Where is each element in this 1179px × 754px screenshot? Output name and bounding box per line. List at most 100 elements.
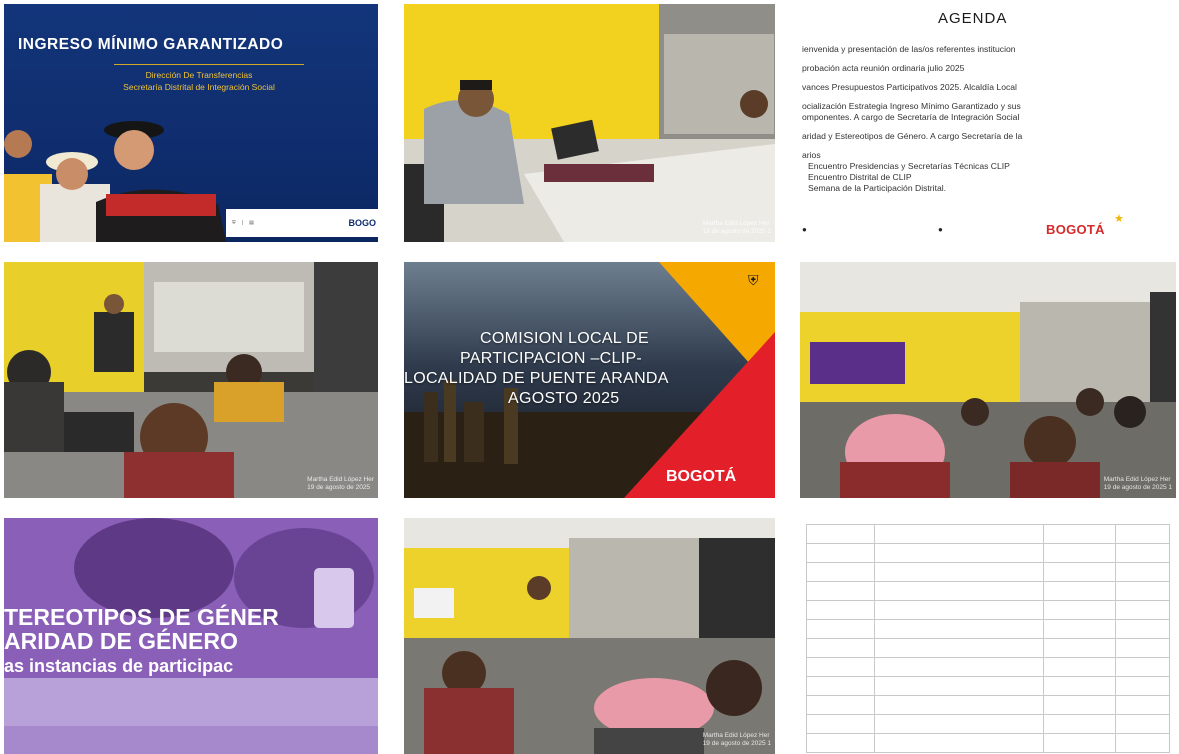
tile-agenda[interactable]: AGENDA ienvenida y presentación de las/o…: [800, 4, 1176, 242]
photo-watermark: Martha Edid López Her 19 de agosto de 20…: [703, 732, 771, 748]
agenda-item: vances Presupuestos Participativos 2025.…: [802, 82, 1017, 92]
agenda-list: ienvenida y presentación de las/os refer…: [802, 44, 1174, 194]
table-cell: [805, 581, 876, 601]
table-row: [805, 600, 1171, 620]
table-row: [805, 619, 1171, 639]
tile-meeting-photo-3[interactable]: Martha Edid López Her 19 de agosto de 20…: [404, 518, 775, 754]
tile-meeting-photo-2[interactable]: Martha Edid López Her 19 de agosto de 20…: [800, 262, 1176, 498]
agenda-item: aridad y Estereotipos de Género. A cargo…: [802, 131, 1023, 141]
table-cell: [1114, 543, 1171, 563]
table-cell: [874, 581, 1044, 601]
table-cell: [1042, 676, 1116, 696]
table-cell: [1042, 581, 1116, 601]
table-cell: [1114, 619, 1171, 639]
logo-divider: |: [241, 220, 244, 226]
table-cell: [1042, 543, 1116, 563]
table-cell: [874, 657, 1044, 677]
tile-meeting-photo-1[interactable]: Martha Edid López Her 19 de agosto de 20…: [4, 262, 378, 498]
photo-watermark: Martha Edid López Her 19 de agosto de 20…: [1104, 476, 1172, 492]
estereotipos-title-line1: TEREOTIPOS DE GÉNER: [4, 604, 279, 630]
meeting-photo: [404, 518, 775, 754]
table-cell: [805, 733, 876, 753]
agenda-subitem: Encuentro Presidencias y Secretarías Téc…: [808, 161, 1010, 171]
watermark-date: 19 de agosto de 2025 1: [702, 228, 771, 235]
table-row: [805, 638, 1171, 658]
tile1-divider: [114, 64, 304, 65]
tile1-brand: BOGO: [348, 218, 376, 228]
watermark-author: Martha Edid López Her: [307, 476, 374, 483]
photo-watermark: Martha Edid López Her 19 de agosto de 20…: [307, 476, 374, 492]
watermark-date: 19 de agosto de 2025 1: [1103, 484, 1172, 491]
agenda-item: ocialización Estrategia Ingreso Mínimo G…: [802, 101, 1021, 111]
photo-watermark: Martha Edid López Her 19 de agosto de 20…: [703, 220, 771, 236]
table-row: [805, 676, 1171, 696]
table-cell: [805, 543, 876, 563]
table-cell: [1114, 714, 1171, 734]
table-cell: [1114, 600, 1171, 620]
agenda-subitem: Encuentro Distrital de CLIP: [808, 172, 912, 182]
table-cell: [805, 524, 876, 544]
table-cell: [805, 619, 876, 639]
table-cell: [1042, 695, 1116, 715]
table-cell: [805, 562, 876, 582]
table-cell: [1114, 676, 1171, 696]
table-cell: [1114, 657, 1171, 677]
table-cell: [1042, 714, 1116, 734]
social-icon: ●: [938, 225, 943, 234]
clip-brand: BOGOTÁ: [666, 468, 737, 485]
watermark-date: 19 de agosto de 2025 1: [702, 740, 771, 747]
meeting-photo: [4, 262, 378, 498]
clip-title-line2: PARTICIPACION –CLIP-: [460, 350, 643, 367]
table-cell: [1114, 638, 1171, 658]
table-cell: [874, 619, 1044, 639]
table-cell: [1114, 562, 1171, 582]
table-cell: [874, 733, 1044, 753]
tile1-subtitle-2: Secretaría Distrital de Integración Soci…: [123, 82, 275, 92]
table-cell: [805, 657, 876, 677]
clip-title-line4: AGOSTO 2025: [508, 390, 620, 407]
table-cell: [805, 695, 876, 715]
escudo-icon: ⛨: [232, 220, 236, 226]
presenter-photo: [404, 4, 775, 242]
table-cell: [1042, 600, 1116, 620]
star-icon: ★: [1114, 213, 1124, 225]
social-icon: ●: [802, 225, 807, 234]
tile-estereotipos[interactable]: TEREOTIPOS DE GÉNER ARIDAD DE GÉNERO as …: [4, 518, 378, 754]
agenda-brand: BOGOTÁ: [1046, 222, 1105, 237]
watermark-date: 19 de agosto de 2025: [307, 484, 371, 491]
table-cell: [874, 543, 1044, 563]
table-row: [805, 714, 1171, 734]
tile1-logo-strip: ⛨ | ▤ BOGO: [226, 209, 378, 237]
tile-ingreso-minimo[interactable]: INGRESO MÍNIMO GARANTIZADO Dirección De …: [4, 4, 378, 242]
integracion-logo-icon: ▤: [249, 220, 254, 226]
table-row: [805, 695, 1171, 715]
watermark-author: Martha Edid López Her: [702, 220, 770, 227]
document-table: [805, 524, 1171, 753]
agenda-item: arios: [802, 150, 821, 160]
table-cell: [874, 600, 1044, 620]
tile-document-table[interactable]: [800, 518, 1176, 754]
watermark-author: Martha Edid López Her: [702, 732, 770, 739]
tile-presenter-photo[interactable]: Martha Edid López Her 19 de agosto de 20…: [404, 4, 775, 242]
estereotipos-subtitle: as instancias de participac: [4, 656, 234, 676]
table-cell: [805, 676, 876, 696]
table-row: [805, 733, 1171, 753]
table-cell: [1042, 562, 1116, 582]
table-cell: [1114, 733, 1171, 753]
table-row: [805, 657, 1171, 677]
table-cell: [1042, 619, 1116, 639]
table-row: [805, 562, 1171, 582]
watermark-author: Martha Edid López Her: [1103, 476, 1171, 483]
table-row: [805, 524, 1171, 544]
agenda-item: probación acta reunión ordinaria julio 2…: [802, 63, 965, 73]
estereotipos-title-line2: ARIDAD DE GÉNERO: [4, 628, 238, 654]
table-cell: [874, 638, 1044, 658]
table-cell: [1114, 524, 1171, 544]
clip-title-line1: COMISION LOCAL DE: [480, 330, 649, 347]
table-cell: [874, 695, 1044, 715]
tile1-title: INGRESO MÍNIMO GARANTIZADO: [18, 36, 284, 53]
table-cell: [874, 562, 1044, 582]
tile1-subtitle-1: Dirección De Transferencias: [145, 70, 253, 80]
tile-clip-cover[interactable]: ⛨ COMISION LOCAL DE PARTICIPACION –CLIP-…: [404, 262, 775, 498]
table-cell: [805, 714, 876, 734]
